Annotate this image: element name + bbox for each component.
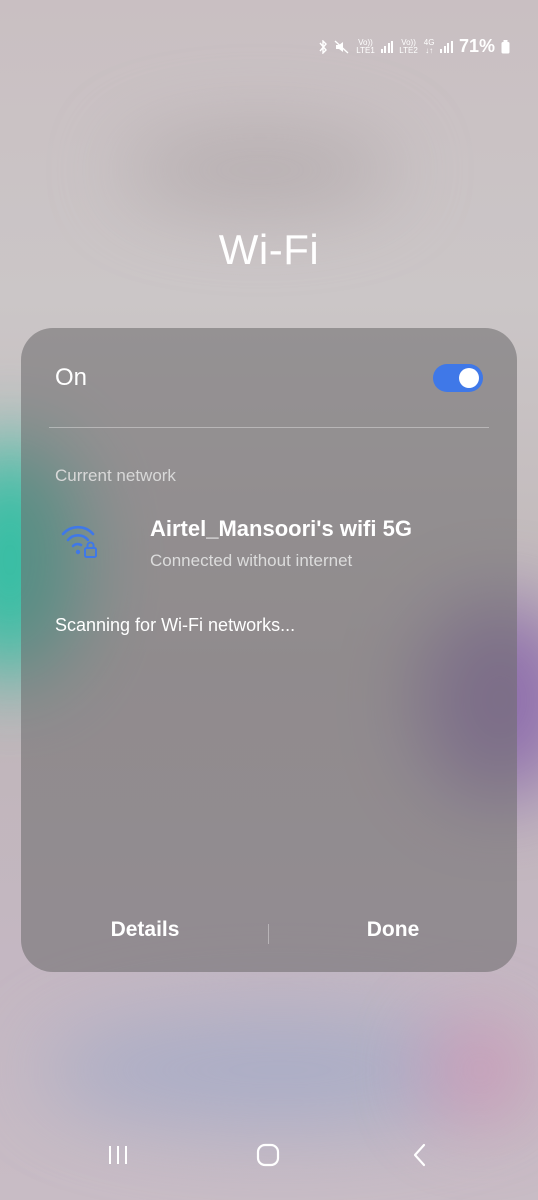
scanning-text: Scanning for Wi-Fi networks...	[55, 615, 296, 635]
button-divider	[268, 924, 269, 944]
battery-icon	[501, 39, 510, 53]
page-title: Wi-Fi	[218, 226, 320, 273]
network-name[interactable]: Airtel_Mansoori's wifi 5G	[150, 516, 412, 542]
network-status: Connected without internet	[150, 551, 353, 570]
signal-bars-1	[380, 40, 394, 53]
battery-percent: 71%	[458, 36, 495, 56]
lte1-indicator: Vo)) LTE1	[356, 37, 375, 55]
bluetooth-icon	[319, 39, 328, 54]
done-button[interactable]: Done	[303, 918, 483, 942]
recent-apps-button[interactable]	[88, 1130, 148, 1180]
wifi-toggle[interactable]	[433, 364, 483, 392]
mute-icon	[334, 39, 349, 54]
wifi-panel: On Current network Airtel_Mansoori's wif…	[21, 328, 517, 972]
section-label: Current network	[55, 466, 176, 485]
toggle-knob	[459, 368, 479, 388]
wifi-lock-icon	[61, 525, 97, 558]
back-button[interactable]	[390, 1130, 450, 1180]
navigation-bar	[0, 1130, 538, 1180]
details-button[interactable]: Details	[55, 918, 235, 942]
recent-apps-icon	[109, 1146, 127, 1164]
signal-bars-2	[440, 40, 453, 53]
home-icon	[256, 1143, 280, 1167]
lte2-indicator: Vo)) LTE2	[399, 37, 418, 55]
divider	[49, 427, 489, 428]
network-type: 4G ↓↑	[423, 37, 435, 55]
home-button[interactable]	[238, 1130, 298, 1180]
toggle-label: On	[55, 364, 88, 391]
back-icon	[413, 1143, 426, 1167]
status-bar: Vo)) LTE1 Vo)) LTE2 4G ↓↑ 71%	[318, 36, 510, 57]
